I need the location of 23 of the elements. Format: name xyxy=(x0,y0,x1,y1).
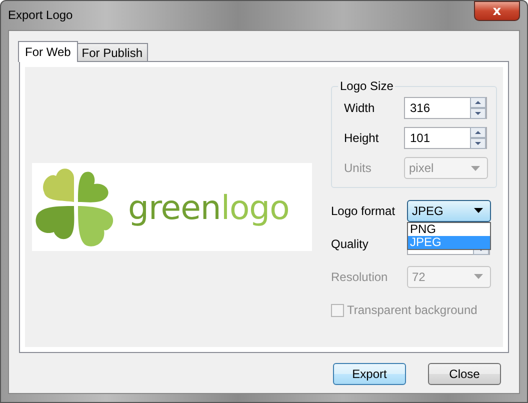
field-label: Resolution xyxy=(331,270,389,284)
spin-field[interactable]: 101 xyxy=(404,127,487,149)
caret-icon xyxy=(474,274,483,279)
dropdown-option[interactable]: PNG xyxy=(408,222,490,236)
tab[interactable]: For Publish xyxy=(76,43,148,61)
tab[interactable]: For Web xyxy=(18,41,78,62)
field-label: Quality xyxy=(331,236,370,250)
close-button[interactable]: x xyxy=(474,1,520,21)
export-button[interactable]: Export xyxy=(333,363,406,385)
spin-field[interactable]: 316 xyxy=(404,97,487,119)
field-label: Logo format xyxy=(331,204,396,218)
logo-text: greenlogo xyxy=(128,188,290,226)
window-title: Export Logo xyxy=(8,8,73,22)
caret-icon xyxy=(471,166,480,170)
field-label: Units xyxy=(344,161,372,175)
spin-arrows-icon[interactable] xyxy=(470,127,486,149)
spin-arrows-icon[interactable] xyxy=(470,97,486,119)
dropdown[interactable]: JPEG xyxy=(407,200,491,222)
field-label: Height xyxy=(344,131,380,145)
caret-icon xyxy=(474,208,483,213)
field-label: Width xyxy=(344,101,376,115)
group-title: Logo Size xyxy=(339,79,394,93)
close-button[interactable]: Close xyxy=(428,363,501,385)
